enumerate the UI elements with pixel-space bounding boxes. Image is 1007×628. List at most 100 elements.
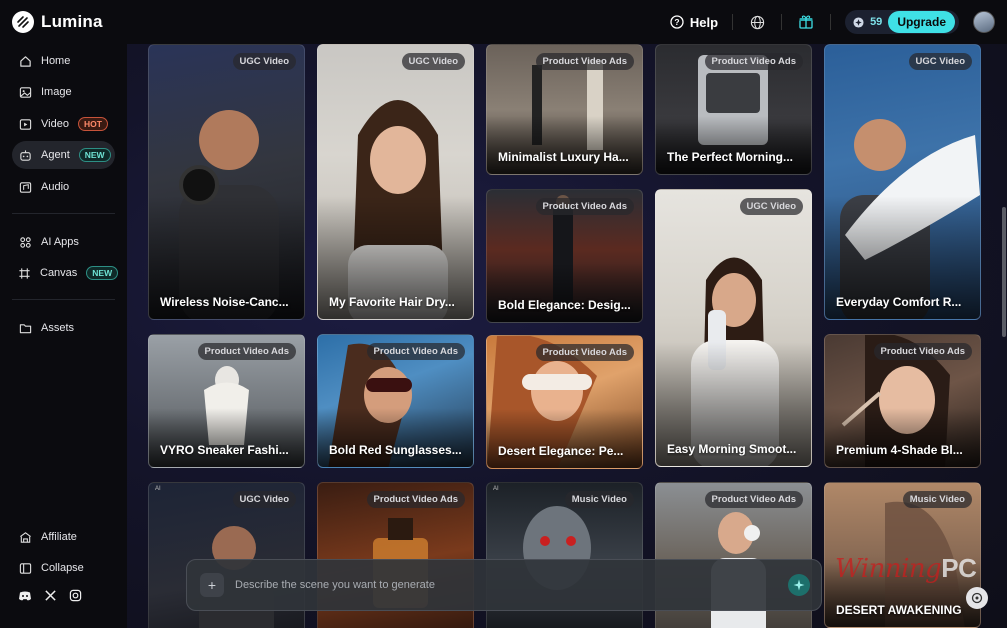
card-title: DESERT AWAKENING — [836, 603, 962, 617]
chat-icon — [971, 592, 983, 604]
globe-icon — [750, 15, 764, 29]
credits-pill[interactable]: 59 Upgrade — [845, 10, 959, 34]
sidebar-item-home[interactable]: Home — [12, 47, 115, 75]
card-tag: Product Video Ads — [873, 343, 972, 360]
affiliate-icon — [18, 530, 32, 544]
gallery-card[interactable]: Product Video Ads Premium 4-Shade Bl... — [824, 334, 981, 468]
app-window: Lumina ? Help 59 Upgrade Home Image Vide… — [0, 0, 1007, 628]
sidebar-item-audio[interactable]: Audio — [12, 173, 115, 201]
support-button[interactable] — [966, 587, 988, 609]
card-title: The Perfect Morning... — [667, 150, 794, 164]
robot-icon — [18, 148, 32, 162]
card-tag: UGC Video — [739, 198, 803, 215]
gift-icon — [799, 15, 813, 29]
add-attachment-button[interactable]: + — [200, 573, 224, 597]
gallery-card[interactable]: UGC Video Easy Morning Smoot... — [655, 189, 812, 467]
card-shade — [487, 408, 642, 468]
top-bar: Lumina ? Help 59 Upgrade — [0, 0, 1007, 44]
sidebar-item-ai-apps[interactable]: AI Apps — [12, 228, 115, 256]
instagram-icon[interactable] — [69, 589, 82, 602]
new-badge: NEW — [86, 266, 119, 280]
ai-label: AI — [493, 486, 499, 492]
sidebar-item-agent[interactable]: Agent NEW — [12, 141, 115, 169]
generate-button[interactable] — [788, 574, 810, 596]
card-tag: Music Video — [564, 491, 634, 508]
image-icon — [18, 85, 32, 99]
card-tag: UGC Video — [401, 53, 465, 70]
gallery-card[interactable]: Product Video Ads The Perfect Morning... — [655, 44, 812, 175]
card-tag: Product Video Ads — [535, 344, 634, 361]
sidebar-item-label: Collapse — [41, 562, 84, 574]
credits-icon — [853, 16, 864, 28]
folder-icon — [18, 321, 32, 335]
sidebar-item-label: Affiliate — [41, 531, 77, 543]
separator — [830, 14, 832, 30]
sidebar-item-affiliate[interactable]: Affiliate — [12, 523, 115, 551]
upgrade-button[interactable]: Upgrade — [888, 11, 955, 33]
separator — [732, 14, 734, 30]
gallery-card[interactable]: Product Video Ads Bold Elegance: Desig..… — [486, 189, 643, 323]
card-title: Everyday Comfort R... — [836, 295, 962, 309]
brand-name: Lumina — [41, 12, 103, 31]
sidebar-divider — [12, 299, 115, 300]
canvas-icon — [18, 266, 31, 280]
sidebar-item-image[interactable]: Image — [12, 78, 115, 106]
card-shade — [487, 262, 642, 322]
gift-button[interactable] — [796, 12, 816, 32]
card-shade — [656, 115, 811, 174]
x-icon[interactable] — [44, 589, 57, 602]
video-icon — [18, 117, 32, 131]
card-tag: Product Video Ads — [535, 198, 634, 215]
card-title: Easy Morning Smoot... — [667, 442, 797, 456]
discord-icon[interactable] — [18, 589, 32, 603]
plus-icon: + — [207, 577, 217, 593]
gallery-card[interactable]: UGC Video Everyday Comfort R... — [824, 44, 981, 320]
sidebar-item-label: Assets — [41, 322, 75, 334]
sidebar-item-assets[interactable]: Assets — [12, 314, 115, 342]
watermark-suffix: PC — [941, 553, 977, 583]
home-icon — [18, 54, 32, 68]
card-tag: Product Video Ads — [704, 491, 803, 508]
gallery-card[interactable]: Product Video Ads Minimalist Luxury Ha..… — [486, 44, 643, 175]
sidebar: Home Image Video HOT Agent NEW Audio AI … — [0, 44, 127, 628]
help-button[interactable]: ? Help — [670, 15, 718, 30]
card-tag: Product Video Ads — [197, 343, 296, 360]
gallery-card[interactable]: Product Video Ads Desert Elegance: Pe... — [486, 335, 643, 469]
card-title: Minimalist Luxury Ha... — [498, 150, 629, 164]
watermark-text: Winning — [835, 554, 942, 584]
card-shade — [487, 115, 642, 174]
card-title: Desert Elegance: Pe... — [498, 444, 624, 458]
sidebar-item-collapse[interactable]: Collapse — [12, 554, 115, 582]
credits-count: 59 — [870, 16, 883, 28]
gallery-card[interactable]: UGC Video Wireless Noise-Canc... — [148, 44, 305, 320]
sidebar-item-video[interactable]: Video HOT — [12, 110, 115, 138]
user-avatar[interactable] — [973, 11, 995, 33]
gallery-card[interactable]: Product Video Ads VYRO Sneaker Fashi... — [148, 334, 305, 468]
sidebar-item-label: Canvas — [40, 267, 78, 279]
card-tag: Product Video Ads — [366, 491, 465, 508]
card-tag: UGC Video — [908, 53, 972, 70]
sidebar-item-canvas[interactable]: Canvas NEW — [12, 259, 119, 287]
card-title: VYRO Sneaker Fashi... — [160, 443, 289, 457]
language-button[interactable] — [747, 12, 767, 32]
card-shade — [318, 407, 473, 467]
card-title: My Favorite Hair Dry... — [329, 295, 455, 309]
help-label: Help — [689, 14, 719, 30]
hot-badge: HOT — [77, 117, 108, 131]
card-tag: Music Video — [902, 491, 972, 508]
sidebar-item-label: AI Apps — [41, 236, 79, 248]
prompt-bar: + — [186, 559, 822, 611]
help-icon: ? — [670, 15, 684, 29]
prompt-input[interactable] — [235, 579, 788, 591]
card-tag: UGC Video — [232, 53, 296, 70]
card-tag: Product Video Ads — [704, 53, 803, 70]
collapse-icon — [18, 561, 32, 575]
card-tag: UGC Video — [232, 491, 296, 508]
gallery-card[interactable]: Product Video Ads Bold Red Sunglasses... — [317, 334, 474, 468]
card-title: Bold Red Sunglasses... — [329, 443, 462, 457]
scrollbar[interactable] — [1002, 207, 1006, 337]
brand[interactable]: Lumina — [12, 11, 103, 33]
sidebar-item-label: Video — [41, 118, 69, 130]
gallery-card[interactable]: UGC Video My Favorite Hair Dry... — [317, 44, 474, 320]
social-links — [18, 589, 82, 603]
